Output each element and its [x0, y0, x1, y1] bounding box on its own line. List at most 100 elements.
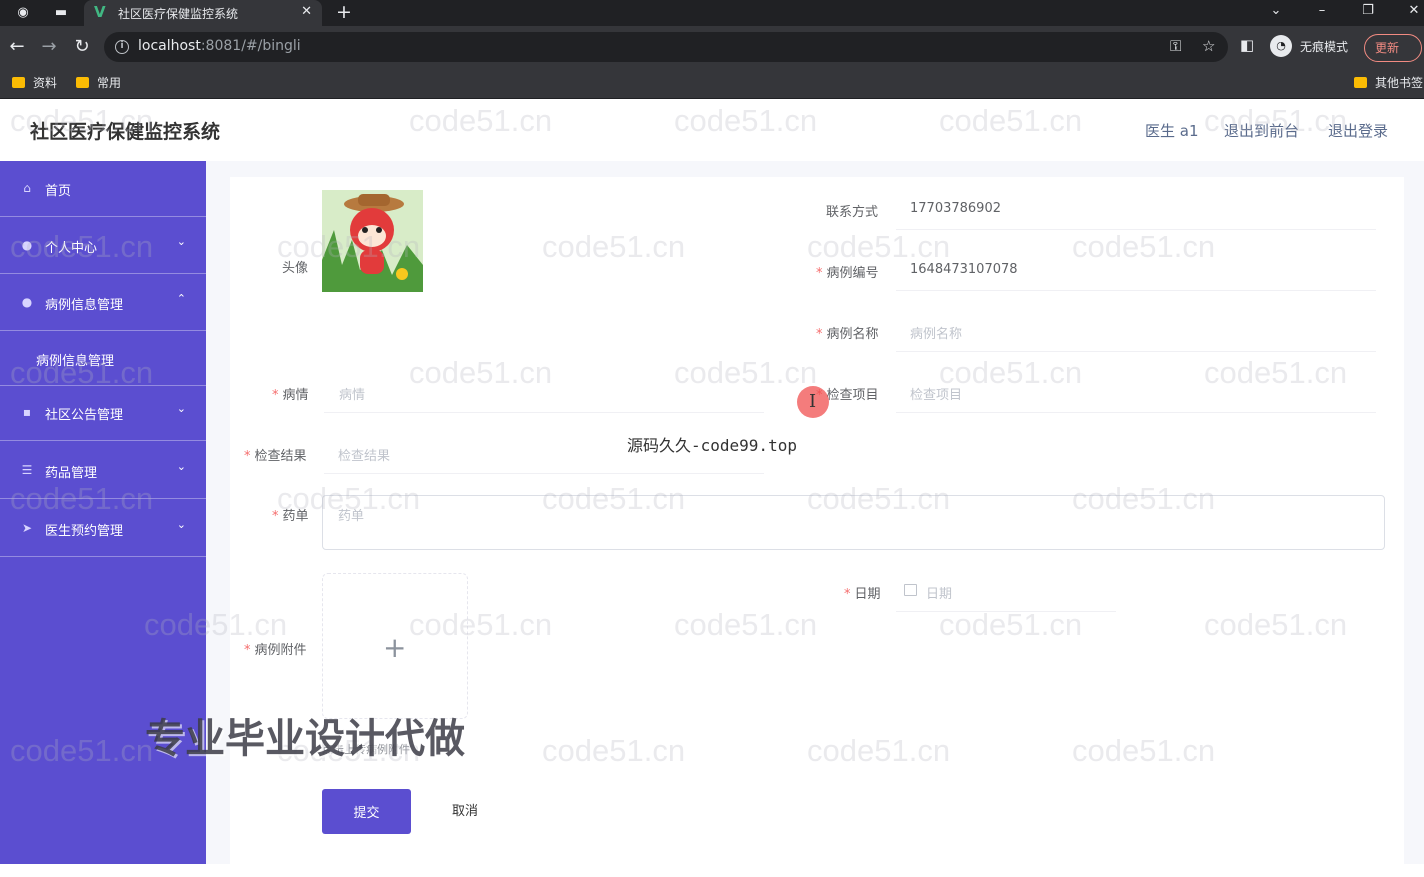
sidebar-item-appointments[interactable]: ➤ 医生预约管理 ⌄	[0, 501, 206, 557]
notice-icon: ▪	[22, 405, 32, 419]
incognito-icon: ◔	[1270, 35, 1292, 57]
url-path: :8081/#/bingli	[200, 38, 301, 54]
prescription-textarea[interactable]: 药单	[322, 495, 1385, 550]
info-icon[interactable]: i	[115, 40, 129, 54]
globe-icon[interactable]: ◉	[14, 4, 32, 22]
address-bar: ← → ↻ i localhost:8081/#/bingli ⚿ ☆ ◧ ◔ …	[0, 26, 1424, 68]
condition-placeholder: 病情	[339, 388, 366, 403]
submit-button[interactable]: 提交	[322, 789, 411, 834]
condition-label-text: 病情	[282, 388, 309, 403]
back-to-front-link[interactable]: 退出到前台	[1224, 120, 1299, 141]
cartoon-fox-image	[322, 190, 423, 292]
required-mark: *	[244, 449, 251, 464]
close-icon[interactable]: ✕	[301, 4, 312, 19]
condition-input[interactable]	[324, 373, 764, 413]
star-icon[interactable]: ☆	[1202, 37, 1215, 55]
required-mark: *	[816, 327, 823, 342]
url-input[interactable]: i localhost:8081/#/bingli ⚿ ☆	[104, 32, 1228, 62]
plus-icon: +	[383, 631, 407, 664]
date-label-text: 日期	[854, 587, 881, 602]
bookmark-label: 常用	[97, 76, 122, 90]
sidebar-item-label: 首页	[45, 184, 72, 199]
case-name-label-text: 病例名称	[826, 327, 879, 342]
case-no-value: 1648473107078	[910, 262, 1018, 277]
home-icon: ⌂	[23, 181, 31, 195]
required-mark: *	[244, 643, 251, 658]
exam-item-label-text: 检查项目	[826, 388, 879, 403]
case-name-label: * 病例名称	[816, 323, 879, 342]
update-button[interactable]: 更新	[1364, 34, 1422, 62]
send-icon: ➤	[21, 521, 33, 535]
chevron-down-icon[interactable]: ⌄	[1264, 2, 1288, 20]
exam-result-placeholder: 检查结果	[338, 449, 391, 464]
forward-icon[interactable]: →	[38, 36, 60, 58]
prescription-label-text: 药单	[282, 509, 309, 524]
contact-value: 17703786902	[910, 201, 1001, 216]
new-tab-icon[interactable]: +	[336, 1, 352, 23]
logout-link[interactable]: 退出登录	[1328, 120, 1388, 141]
folder-icon	[76, 77, 89, 88]
sidebar-item-notices[interactable]: ▪ 社区公告管理 ⌄	[0, 385, 206, 441]
chevron-down-icon: ⌄	[176, 518, 186, 531]
restore-icon[interactable]: ❐	[1356, 2, 1380, 20]
tab-strip-icon[interactable]: ▬	[52, 4, 70, 22]
required-mark: *	[816, 266, 823, 281]
tab-title: 社区医疗保健监控系统	[118, 7, 239, 21]
app-header: 社区医疗保健监控系统 医生 a1 退出到前台 退出登录	[0, 99, 1424, 161]
promo-overlay: 专业毕业设计代做	[145, 716, 465, 762]
current-user: 医生 a1	[1145, 122, 1199, 140]
case-name-placeholder: 病例名称	[910, 327, 963, 342]
sidebar-item-home[interactable]: ⌂ 首页	[0, 161, 206, 217]
minimize-icon[interactable]: –	[1310, 2, 1334, 20]
date-label: * 日期	[844, 583, 881, 602]
chevron-down-icon: ⌄	[176, 235, 186, 248]
vue-favicon-icon: V	[94, 3, 106, 21]
attachment-label-text: 病例附件	[254, 643, 307, 658]
back-icon[interactable]: ←	[6, 36, 28, 58]
required-mark: *	[272, 509, 279, 524]
case-no-label-text: 病例编号	[826, 266, 879, 281]
other-bookmarks[interactable]: 其他书签	[1354, 74, 1423, 91]
prescription-placeholder: 药单	[338, 509, 365, 524]
sidebar-item-case-management[interactable]: ● 病例信息管理 ⌃	[0, 275, 206, 331]
list-icon: ☰	[21, 463, 33, 477]
browser-tab[interactable]: V 社区医疗保健监控系统 ✕	[84, 0, 322, 26]
sidebar-item-label: 医生预约管理	[45, 524, 124, 539]
folder-icon	[12, 77, 25, 88]
text-cursor-icon: I	[809, 391, 817, 412]
user-icon: ●	[21, 238, 33, 252]
folder-icon	[1354, 77, 1367, 88]
incognito-label: 无痕模式	[1300, 40, 1349, 54]
chevron-down-icon: ⌄	[176, 460, 186, 473]
sidebar-subitem-case-info[interactable]: 病例信息管理	[0, 332, 206, 386]
bookmark-folder[interactable]: 常用	[76, 74, 121, 91]
sidepanel-icon[interactable]: ◧	[1240, 36, 1254, 54]
reload-icon[interactable]: ↻	[71, 36, 93, 58]
attachment-label: * 病例附件	[244, 639, 307, 658]
required-mark: *	[272, 388, 279, 403]
avatar[interactable]	[322, 190, 423, 292]
browser-tabbar: ◉ ▬ V 社区医疗保健监控系统 ✕ + ⌄ – ❐ ✕	[0, 0, 1424, 26]
sidebar-item-label: 个人中心	[45, 241, 98, 256]
cancel-button[interactable]: 取消	[430, 789, 500, 834]
attachment-uploader[interactable]: +	[322, 573, 468, 719]
sidebar-item-profile[interactable]: ● 个人中心 ⌄	[0, 218, 206, 274]
bookmark-folder[interactable]: 资料	[12, 74, 57, 91]
sidebar-subitem-label: 病例信息管理	[36, 354, 115, 369]
chevron-down-icon: ⌄	[176, 402, 186, 415]
source-note: 源码久久-code99.top	[627, 436, 797, 455]
contact-label: 联系方式	[826, 205, 879, 220]
sidebar-item-medicine[interactable]: ☰ 药品管理 ⌄	[0, 443, 206, 499]
required-mark: *	[844, 587, 851, 602]
url-host: localhost	[138, 38, 201, 54]
key-icon[interactable]: ⚿	[1170, 37, 1181, 55]
exam-item-placeholder: 检查项目	[910, 388, 963, 403]
close-window-icon[interactable]: ✕	[1402, 2, 1424, 20]
case-name-input[interactable]	[896, 312, 1376, 352]
chevron-up-icon: ⌃	[176, 292, 186, 305]
date-placeholder: 日期	[926, 587, 953, 602]
user-icon: ●	[21, 295, 33, 309]
exam-item-input[interactable]	[896, 373, 1376, 413]
prescription-label: * 药单	[272, 505, 309, 524]
exam-result-label-text: 检查结果	[254, 449, 307, 464]
